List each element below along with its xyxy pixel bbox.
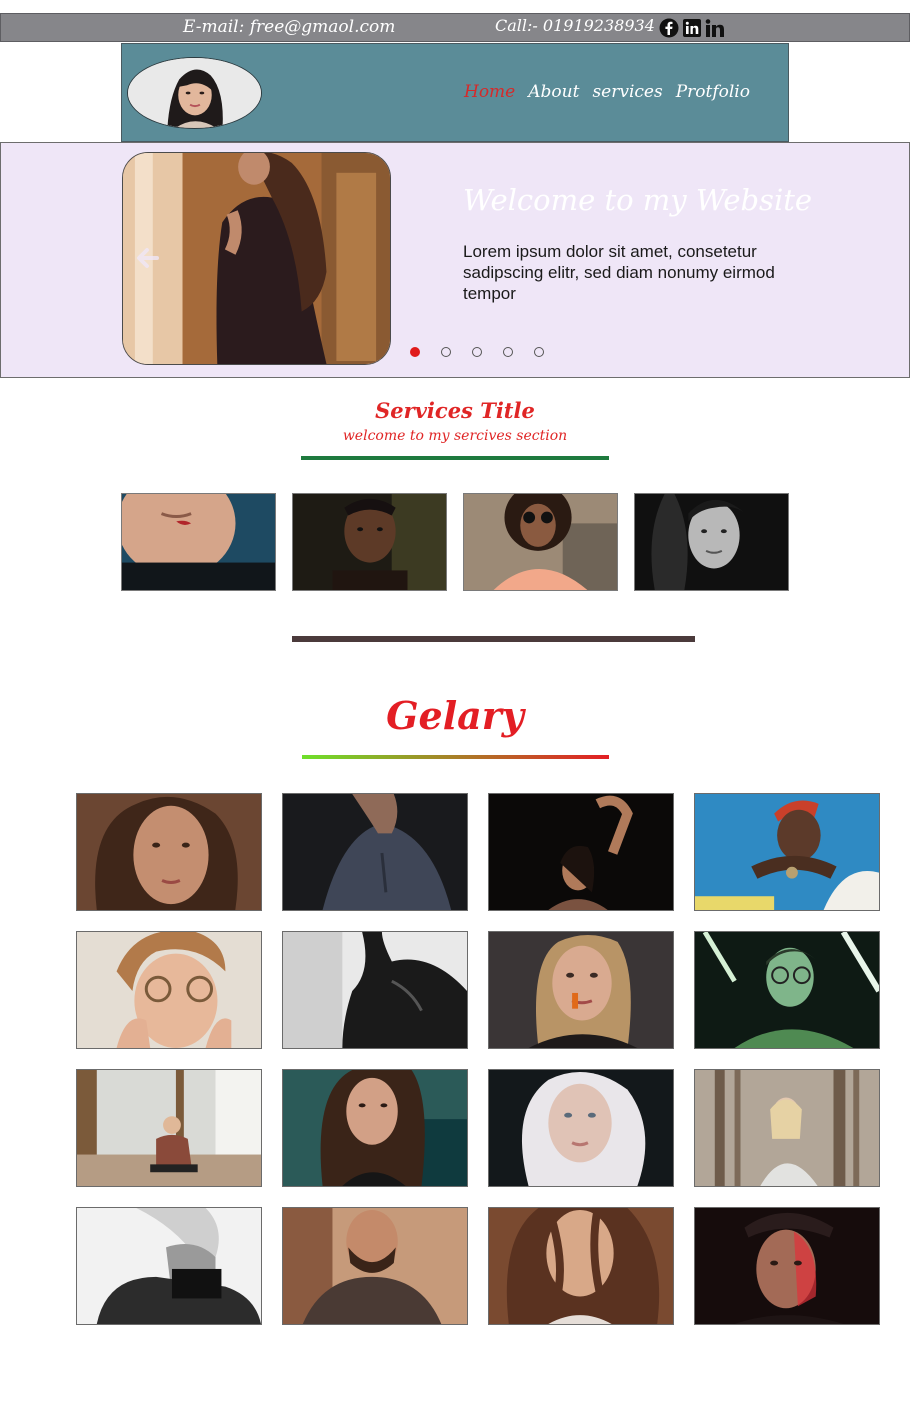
gallery-item[interactable]	[694, 793, 880, 911]
facebook-icon[interactable]	[659, 18, 679, 38]
slider-dot-2[interactable]	[441, 347, 451, 357]
slider-dot-3[interactable]	[472, 347, 482, 357]
section-divider	[292, 636, 695, 642]
gallery-item[interactable]	[76, 1069, 262, 1187]
service-card[interactable]	[634, 493, 789, 591]
gallery-item[interactable]	[282, 1207, 468, 1325]
services-subtitle: welcome to my sercives section	[342, 428, 568, 444]
hero-title: Welcome to my Website	[463, 183, 813, 217]
service-card[interactable]	[292, 493, 447, 591]
services-title: Services Title	[375, 398, 535, 423]
nav-portfolio[interactable]: Protfolio	[676, 82, 750, 102]
slider-dot-4[interactable]	[503, 347, 513, 357]
gallery-item[interactable]	[488, 1069, 674, 1187]
nav-services[interactable]: services	[592, 82, 662, 102]
service-card[interactable]	[463, 493, 618, 591]
site-header: Home About services Protfolio	[121, 43, 789, 142]
slider-dot-1[interactable]	[410, 347, 420, 357]
gallery-item[interactable]	[694, 1069, 880, 1187]
gallery-item[interactable]	[76, 793, 262, 911]
gallery-item[interactable]	[282, 793, 468, 911]
linkedin-in-icon[interactable]	[705, 18, 725, 38]
hero-slider: Welcome to my Website Lorem ipsum dolor …	[0, 142, 910, 378]
main-nav: Home About services Protfolio	[464, 82, 750, 102]
gallery-item[interactable]	[488, 793, 674, 911]
top-contact-bar: E-mail: free@gmaol.com Call:- 0191923893…	[0, 13, 910, 42]
arrow-left-icon[interactable]	[131, 241, 165, 275]
gallery-item[interactable]	[488, 931, 674, 1049]
gallery-title: Gelary	[386, 693, 524, 738]
profile-avatar[interactable]	[127, 57, 262, 129]
hero-description: Lorem ipsum dolor sit amet, consetetur s…	[463, 242, 775, 303]
contact-phone[interactable]: Call:- 01919238934	[495, 16, 655, 35]
gallery-underline	[302, 755, 609, 759]
nav-about[interactable]: About	[528, 82, 579, 102]
slider-dot-5[interactable]	[534, 347, 544, 357]
linkedin-icon[interactable]	[682, 18, 702, 38]
social-links	[659, 18, 725, 38]
gallery-item[interactable]	[488, 1207, 674, 1325]
services-underline	[301, 456, 609, 460]
gallery-item[interactable]	[282, 931, 468, 1049]
gallery-item[interactable]	[694, 931, 880, 1049]
hero-slide-image	[122, 152, 391, 365]
gallery-item[interactable]	[76, 931, 262, 1049]
gallery-item[interactable]	[76, 1207, 262, 1325]
service-card[interactable]	[121, 493, 276, 591]
nav-home[interactable]: Home	[464, 82, 515, 102]
gallery-item[interactable]	[694, 1207, 880, 1325]
slider-dots	[410, 347, 544, 357]
contact-email[interactable]: E-mail: free@gmaol.com	[183, 17, 395, 37]
gallery-item[interactable]	[282, 1069, 468, 1187]
